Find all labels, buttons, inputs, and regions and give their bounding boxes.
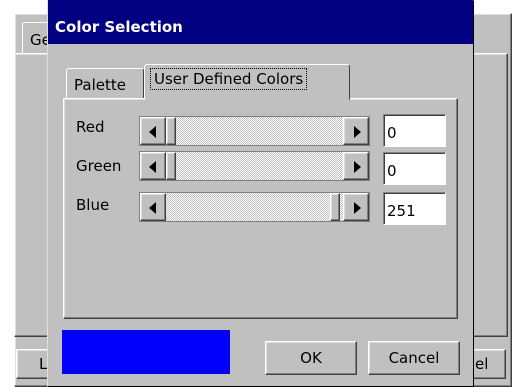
blue-scrollbar[interactable]	[139, 192, 370, 222]
left-arrow-icon	[149, 202, 156, 214]
blue-scroll-right-button[interactable]	[343, 193, 369, 221]
green-label: Green	[76, 157, 122, 175]
dialog-titlebar[interactable]: Color Selection	[48, 0, 473, 44]
red-scroll-left-button[interactable]	[140, 117, 166, 145]
color-preview-swatch	[62, 330, 230, 374]
green-scrollbar[interactable]	[139, 151, 370, 181]
green-value-field[interactable]: 0	[383, 152, 446, 185]
right-arrow-icon	[354, 126, 361, 138]
blue-label: Blue	[76, 196, 110, 214]
green-scroll-right-button[interactable]	[343, 152, 369, 180]
green-scroll-left-button[interactable]	[140, 152, 166, 180]
red-scroll-right-button[interactable]	[343, 117, 369, 145]
background-right-button-label: el	[475, 355, 489, 373]
green-scroll-thumb[interactable]	[166, 152, 176, 180]
blue-scroll-thumb[interactable]	[330, 193, 341, 221]
tab-palette[interactable]: Palette	[66, 68, 144, 99]
cancel-button[interactable]: Cancel	[368, 341, 460, 375]
left-arrow-icon	[149, 126, 156, 138]
blue-value-field[interactable]: 251	[383, 192, 446, 225]
red-scroll-thumb[interactable]	[166, 117, 176, 145]
ok-button[interactable]: OK	[265, 341, 357, 375]
red-label: Red	[76, 118, 105, 136]
dialog-title: Color Selection	[55, 18, 183, 36]
tab-user-defined-colors[interactable]: User Defined Colors	[144, 64, 350, 100]
red-value-field[interactable]: 0	[383, 114, 446, 147]
right-arrow-icon	[354, 202, 361, 214]
tab-palette-label: Palette	[74, 76, 126, 94]
tab-user-defined-colors-label: User Defined Colors	[150, 68, 308, 90]
left-arrow-icon	[149, 161, 156, 173]
blue-scroll-left-button[interactable]	[140, 193, 166, 221]
right-arrow-icon	[354, 161, 361, 173]
red-scrollbar[interactable]	[139, 116, 370, 146]
